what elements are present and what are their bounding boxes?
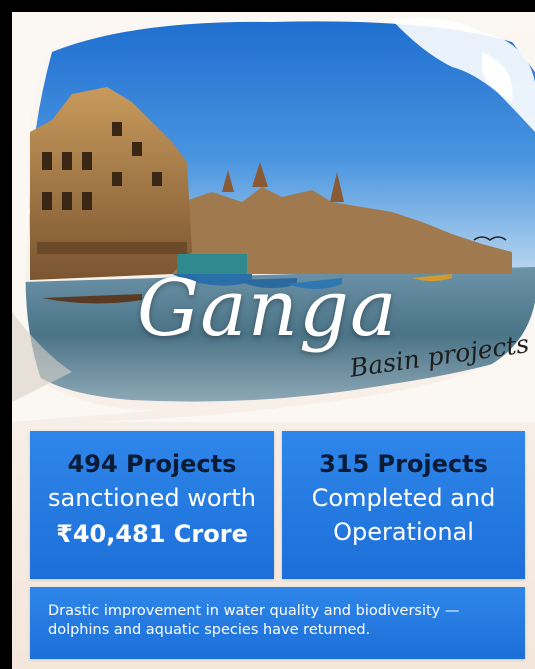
stat-headline: 494 Projects — [67, 450, 237, 478]
stat-line: Completed and — [311, 484, 496, 512]
stat-line: sanctioned worth — [47, 484, 257, 512]
stat-box-sanctioned: 494 Projects sanctioned worth ₹40,481 Cr… — [30, 431, 274, 579]
impact-note-text: Drastic improvement in water quality and… — [48, 603, 460, 638]
infographic-poster: Ganga Basin projects 494 Projects sancti… — [12, 12, 535, 669]
impact-note-box: Drastic improvement in water quality and… — [30, 587, 525, 659]
title-ganga: Ganga — [137, 264, 398, 354]
stat-line: Operational — [333, 518, 474, 546]
stat-amount: ₹40,481 Crore — [56, 520, 248, 548]
stat-headline: 315 Projects — [319, 450, 488, 478]
stat-box-completed: 315 Projects Completed and Operational — [282, 431, 525, 579]
